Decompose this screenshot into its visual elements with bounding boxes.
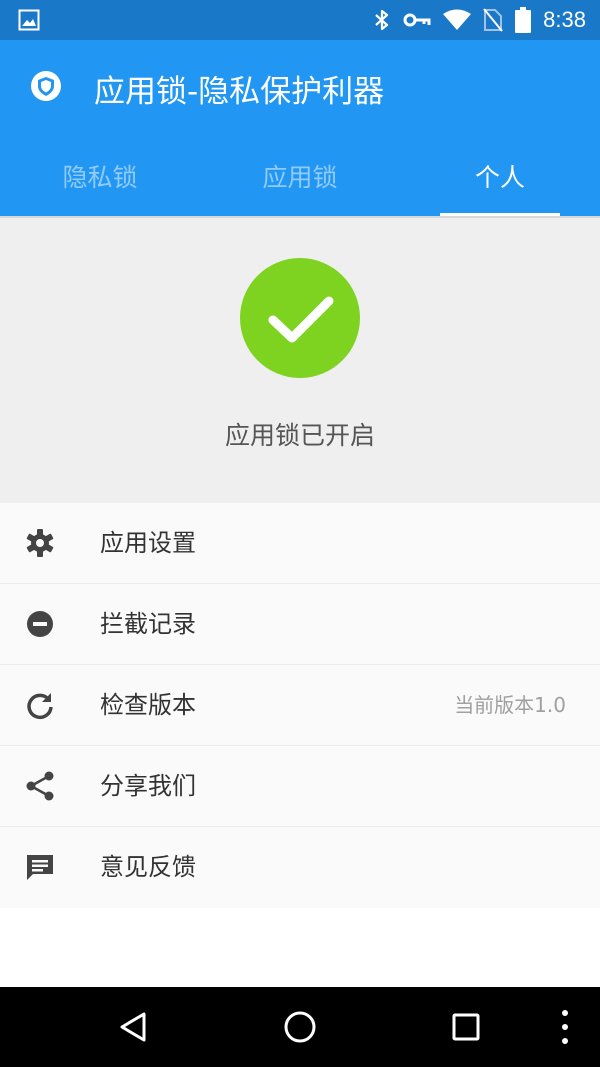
menu-item-block-records[interactable]: 拦截记录	[0, 584, 600, 665]
status-time: 8:38	[543, 7, 586, 32]
tab-personal[interactable]: 个人	[400, 136, 600, 216]
tab-label: 个人	[474, 163, 525, 192]
refresh-icon	[27, 693, 53, 720]
menu-item-label: 分享我们	[100, 772, 196, 800]
bluetooth-icon	[375, 9, 389, 31]
menu-item-feedback[interactable]: 意见反馈	[0, 827, 600, 908]
check-icon	[268, 296, 334, 343]
status-bar: 8:38	[0, 0, 600, 40]
app-title: 应用锁-隐私保护利器	[94, 74, 385, 110]
share-icon	[26, 771, 54, 801]
tab-bar: 隐私锁 应用锁 个人	[0, 136, 600, 216]
image-notification-icon	[18, 9, 40, 31]
lock-status-panel: 应用锁已开启	[0, 216, 600, 503]
lock-status-text: 应用锁已开启	[224, 421, 375, 450]
recents-icon[interactable]	[446, 1007, 486, 1047]
menu-item-label: 检查版本	[100, 691, 196, 719]
gear-icon	[26, 529, 54, 557]
menu-item-label: 拦截记录	[100, 610, 196, 638]
app-bar: 应用锁-隐私保护利器 隐私锁 应用锁 个人	[0, 40, 600, 216]
wifi-icon	[443, 9, 472, 30]
menu-item-check-version[interactable]: 检查版本 当前版本1.0	[0, 665, 600, 746]
back-icon[interactable]	[114, 1007, 154, 1047]
home-icon[interactable]	[280, 1007, 320, 1047]
menu-item-app-settings[interactable]: 应用设置	[0, 503, 600, 584]
tab-label: 隐私锁	[62, 163, 138, 192]
system-nav-bar	[0, 987, 600, 1067]
shield-icon	[31, 71, 61, 101]
current-version-text: 当前版本1.0	[454, 693, 566, 717]
settings-menu: 应用设置 拦截记录 检查版本 当前版本1.0 分享我们 意见反馈	[0, 503, 600, 908]
tab-app-lock[interactable]: 应用锁	[200, 136, 400, 216]
menu-item-share[interactable]: 分享我们	[0, 746, 600, 827]
tab-privacy-lock[interactable]: 隐私锁	[0, 136, 200, 216]
message-icon	[27, 855, 53, 880]
vpn-key-icon	[403, 13, 431, 27]
battery-icon	[515, 7, 532, 33]
menu-item-label: 意见反馈	[100, 853, 196, 881]
more-options-icon[interactable]	[552, 1007, 578, 1047]
status-circle	[240, 258, 360, 378]
no-sim-icon	[483, 8, 503, 32]
tab-label: 应用锁	[262, 163, 338, 192]
minus-circle-icon	[27, 611, 53, 637]
menu-item-label: 应用设置	[100, 529, 196, 557]
